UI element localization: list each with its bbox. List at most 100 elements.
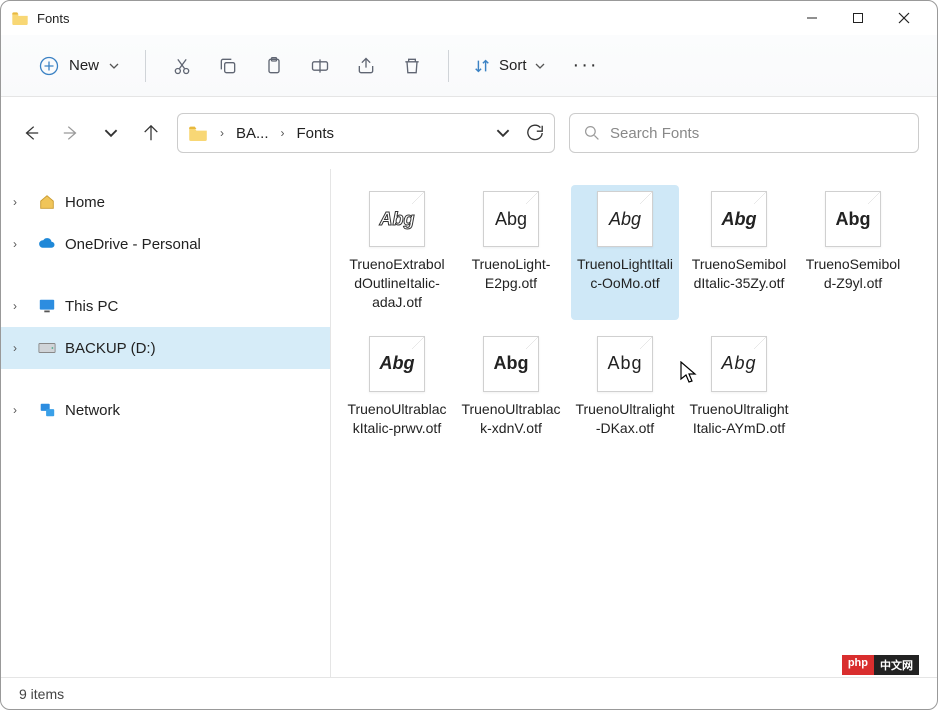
- thumbnail-glyph: Abg: [370, 192, 424, 246]
- breadcrumb-seg[interactable]: Fonts: [297, 125, 335, 142]
- chevron-right-icon[interactable]: ›: [281, 126, 285, 140]
- brand-left: php: [842, 655, 874, 675]
- sidebar-item-label: OneDrive - Personal: [65, 236, 201, 253]
- recent-button[interactable]: [99, 121, 123, 145]
- file-item[interactable]: AbgTruenoLightItalic-OoMo.otf: [571, 185, 679, 320]
- search-box[interactable]: [569, 113, 919, 153]
- file-item[interactable]: AbgTruenoUltralight-DKax.otf: [571, 330, 679, 446]
- file-item[interactable]: Abg TruenoLight-E2pg.otf: [457, 185, 565, 320]
- cloud-icon: [37, 234, 57, 254]
- search-input[interactable]: [610, 125, 904, 142]
- chevron-right-icon[interactable]: ›: [220, 126, 224, 140]
- folder-icon: [11, 11, 29, 25]
- chevron-right-icon: ›: [13, 237, 25, 251]
- file-item[interactable]: Abg TruenoExtraboldOutlineItalic-adaJ.otf: [343, 185, 451, 320]
- maximize-button[interactable]: [835, 2, 881, 34]
- sidebar-item-thispc[interactable]: › This PC: [1, 285, 330, 327]
- breadcrumb-seg[interactable]: BA...: [236, 125, 269, 142]
- window-title: Fonts: [37, 11, 70, 26]
- sort-icon: [473, 57, 491, 75]
- file-label: TruenoUltralightItalic-AYmD.otf: [689, 400, 789, 438]
- monitor-icon: [37, 296, 57, 316]
- more-button[interactable]: ···: [573, 54, 599, 77]
- paste-button[interactable]: [254, 46, 294, 86]
- chevron-right-icon: ›: [13, 403, 25, 417]
- up-button[interactable]: [139, 121, 163, 145]
- thumbnail-glyph: Abg: [712, 192, 766, 246]
- file-grid: Abg TruenoExtraboldOutlineItalic-adaJ.otf…: [343, 185, 925, 445]
- rename-button[interactable]: [300, 46, 340, 86]
- network-icon: [37, 400, 57, 420]
- refresh-icon[interactable]: [526, 124, 544, 142]
- minimize-button[interactable]: [789, 2, 835, 34]
- thumbnail-glyph: Abg: [484, 337, 538, 391]
- cut-button[interactable]: [162, 46, 202, 86]
- file-item[interactable]: Abg TruenoSemiboldItalic-35Zy.otf: [685, 185, 793, 320]
- font-file-icon: Abg: [369, 191, 425, 247]
- forward-button[interactable]: [59, 121, 83, 145]
- chevron-right-icon: ›: [13, 195, 25, 209]
- font-file-icon: Abg: [597, 336, 653, 392]
- font-file-icon: Abg: [369, 336, 425, 392]
- thumbnail-glyph: Abg: [712, 337, 766, 391]
- file-label: TruenoLight-E2pg.otf: [461, 255, 561, 293]
- font-file-icon: Abg: [711, 336, 767, 392]
- sidebar-item-home[interactable]: › Home: [1, 181, 330, 223]
- font-file-icon: Abg: [483, 336, 539, 392]
- sidebar-item-label: Network: [65, 402, 120, 419]
- status-bar: 9 items: [1, 677, 937, 709]
- sort-label: Sort: [499, 57, 527, 74]
- brand-badge: php 中文网: [842, 655, 919, 675]
- thumbnail-glyph: Abg: [484, 192, 538, 246]
- share-button[interactable]: [346, 46, 386, 86]
- drive-icon: [37, 338, 57, 358]
- separator: [145, 50, 146, 82]
- sidebar-item-label: BACKUP (D:): [65, 340, 156, 357]
- font-file-icon: Abg: [825, 191, 881, 247]
- sidebar-item-label: Home: [65, 194, 105, 211]
- titlebar: Fonts: [1, 1, 937, 35]
- sort-button[interactable]: Sort: [465, 51, 553, 81]
- sidebar-item-label: This PC: [65, 298, 118, 315]
- thumbnail-glyph: Abg: [598, 192, 652, 246]
- chevron-down-icon[interactable]: [496, 126, 510, 140]
- font-file-icon: Abg: [711, 191, 767, 247]
- chevron-right-icon: ›: [13, 299, 25, 313]
- home-icon: [37, 192, 57, 212]
- font-file-icon: Abg: [483, 191, 539, 247]
- font-file-icon: Abg: [597, 191, 653, 247]
- title-controls: [789, 2, 927, 34]
- plus-circle-icon: [39, 56, 59, 76]
- body: › Home › OneDrive - Personal › This PC ›…: [1, 169, 937, 677]
- chevron-right-icon: ›: [13, 341, 25, 355]
- nav-arrows: [19, 121, 163, 145]
- chevron-down-icon: [109, 61, 119, 71]
- file-item[interactable]: Abg TruenoUltrablackItalic-prwv.otf: [343, 330, 451, 446]
- delete-button[interactable]: [392, 46, 432, 86]
- status-count: 9 items: [19, 686, 64, 702]
- chevron-down-icon: [535, 61, 545, 71]
- content-pane[interactable]: Abg TruenoExtraboldOutlineItalic-adaJ.otf…: [331, 169, 937, 677]
- brand-right: 中文网: [874, 655, 919, 675]
- sidebar-item-network[interactable]: › Network: [1, 389, 330, 431]
- file-label: TruenoSemiboldItalic-35Zy.otf: [689, 255, 789, 293]
- search-icon: [584, 125, 600, 141]
- sidebar-item-onedrive[interactable]: › OneDrive - Personal: [1, 223, 330, 265]
- file-item[interactable]: Abg TruenoUltralightItalic-AYmD.otf: [685, 330, 793, 446]
- file-label: TruenoUltrablackItalic-prwv.otf: [347, 400, 447, 438]
- file-item[interactable]: AbgTruenoSemibold-Z9yl.otf: [799, 185, 907, 320]
- file-label: TruenoExtraboldOutlineItalic-adaJ.otf: [347, 255, 447, 312]
- thumbnail-glyph: Abg: [826, 192, 880, 246]
- new-button[interactable]: New: [29, 50, 129, 82]
- address-actions: [496, 124, 544, 142]
- sidebar-item-backup[interactable]: › BACKUP (D:): [1, 327, 330, 369]
- file-label: TruenoUltrablack-xdnV.otf: [461, 400, 561, 438]
- back-button[interactable]: [19, 121, 43, 145]
- nav-row: › BA... › Fonts: [1, 97, 937, 169]
- close-button[interactable]: [881, 2, 927, 34]
- copy-button[interactable]: [208, 46, 248, 86]
- address-bar[interactable]: › BA... › Fonts: [177, 113, 555, 153]
- thumbnail-glyph: Abg: [370, 337, 424, 391]
- file-item[interactable]: Abg TruenoUltrablack-xdnV.otf: [457, 330, 565, 446]
- folder-icon: [188, 125, 208, 141]
